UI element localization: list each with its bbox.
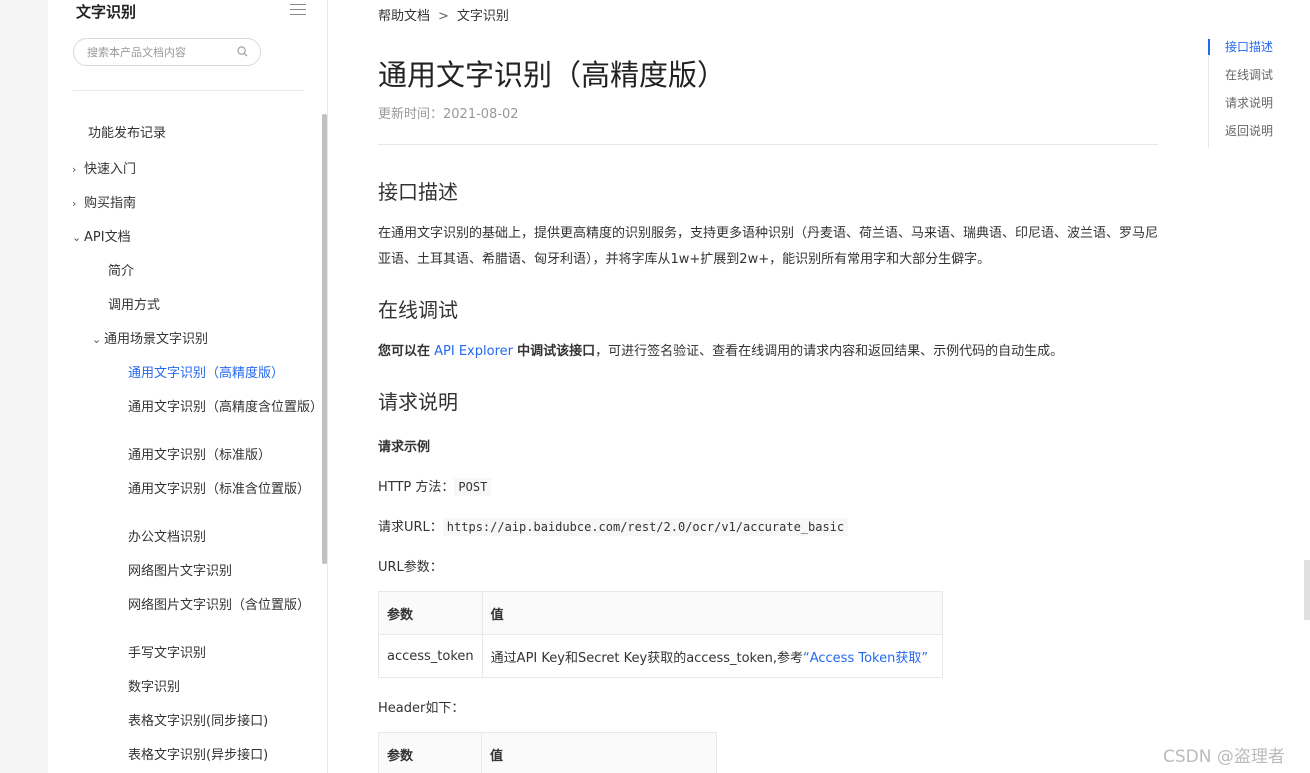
header-table: 参数 值 (378, 732, 717, 773)
table-header-value: 值 (481, 732, 717, 773)
chevron-down-icon: ⌄ (72, 231, 82, 244)
chevron-down-icon: ⌄ (92, 333, 102, 346)
breadcrumb-root[interactable]: 帮助文档 (378, 9, 430, 24)
updated-time: 更新时间：2021-08-02 (378, 107, 519, 122)
nav-item-web-image-location[interactable]: 网络图片文字识别（含位置版） (128, 599, 318, 613)
table-header-param: 参数 (378, 732, 482, 773)
request-url: 请求URL： https://aip.baidubce.com/rest/2.0/… (378, 516, 849, 536)
nav-item-release-notes[interactable]: 功能发布记录 (88, 127, 166, 141)
nav-item-standard-location[interactable]: 通用文字识别（标准含位置版） (128, 483, 318, 497)
param-name: access_token (378, 634, 483, 678)
access-token-link[interactable]: “Access Token获取” (803, 651, 928, 666)
breadcrumb: 帮助文档 > 文字识别 (378, 5, 509, 24)
left-gutter (0, 0, 48, 773)
search-box[interactable] (73, 38, 261, 66)
nav-item-general-ocr[interactable]: ⌄ 通用场景文字识别 (92, 333, 208, 347)
request-url-value: https://aip.baidubce.com/rest/2.0/ocr/v1… (442, 518, 849, 536)
section-heading-debug: 在线调试 (378, 298, 458, 322)
sidebar-title: 文字识别 (76, 3, 137, 21)
nav-item-table-async[interactable]: 表格文字识别(异步接口) (128, 749, 268, 763)
search-icon[interactable] (237, 46, 248, 57)
table-header-row: 参数 值 (378, 591, 944, 635)
chevron-right-icon: › (72, 163, 77, 176)
search-input[interactable] (87, 39, 237, 65)
api-explorer-link[interactable]: API Explorer (430, 344, 517, 359)
nav-item-purchase-guide[interactable]: › 购买指南 (72, 197, 136, 211)
sidebar: 文字识别 功能发布记录 ›快速入门 ›购买指南 ⌄API文档 简介 调用方式 ⌄… (48, 0, 328, 773)
url-params-table: 参数 值 access_token 通过API Key和Secret Key获取… (378, 591, 944, 678)
description-text: 在通用文字识别的基础上，提供更高精度的识别服务，支持更多语种识别（丹麦语、荷兰语… (378, 226, 1159, 267)
breadcrumb-current[interactable]: 文字识别 (457, 9, 509, 24)
nav-item-handwriting[interactable]: 手写文字识别 (128, 647, 206, 661)
menu-icon[interactable] (290, 4, 306, 16)
chevron-right-icon: › (72, 197, 77, 210)
nav-item-accurate-location[interactable]: 通用文字识别（高精度含位置版） (128, 401, 323, 415)
nav-item-intro[interactable]: 简介 (108, 265, 134, 279)
table-header-value: 值 (481, 591, 944, 635)
page-scrollbar[interactable] (1304, 560, 1310, 620)
nav-item-numbers[interactable]: 数字识别 (128, 681, 180, 695)
main-content: 帮助文档 > 文字识别 通用文字识别（高精度版） 更新时间：2021-08-02 接… (378, 0, 1178, 773)
toc-item-response[interactable]: 返回说明 (1209, 120, 1308, 148)
table-row: access_token 通过API Key和Secret Key获取的acce… (378, 634, 944, 678)
table-of-contents: 接口描述 在线调试 请求说明 返回说明 (1208, 36, 1308, 148)
table-header-row: 参数 值 (378, 732, 717, 773)
section-heading-description: 接口描述 (378, 180, 458, 204)
nav-item-quickstart[interactable]: › 快速入门 (72, 163, 136, 177)
nav-item-web-image[interactable]: 网络图片文字识别 (128, 565, 232, 579)
nav-item-standard[interactable]: 通用文字识别（标准版） (128, 449, 271, 463)
nav-item-table-sync[interactable]: 表格文字识别(同步接口) (128, 715, 268, 729)
nav-item-api-docs[interactable]: ⌄ API文档 (72, 231, 131, 245)
toc-item-description[interactable]: 接口描述 (1208, 36, 1308, 64)
request-example-label: 请求示例 (378, 440, 431, 455)
section-heading-request: 请求说明 (378, 390, 458, 414)
toc-item-request[interactable]: 请求说明 (1209, 92, 1308, 120)
sidebar-scrollbar[interactable] (322, 114, 327, 564)
debug-text: 您可以在 API Explorer 中调试该接口，可进行签名验证、查看在线调用的… (378, 344, 1064, 359)
toc-item-debug[interactable]: 在线调试 (1209, 64, 1308, 92)
http-method-value: POST (454, 478, 492, 496)
nav-item-office-doc[interactable]: 办公文档识别 (128, 531, 206, 545)
page-title: 通用文字识别（高精度版） (378, 58, 727, 92)
param-value: 通过API Key和Secret Key获取的access_token,参考“A… (481, 634, 944, 678)
http-method: HTTP 方法： POST (378, 476, 492, 496)
nav-item-accurate-basic[interactable]: 通用文字识别（高精度版） (128, 367, 284, 381)
sidebar-divider (73, 90, 304, 91)
table-header-param: 参数 (378, 591, 483, 635)
nav-item-call-method[interactable]: 调用方式 (108, 299, 160, 313)
watermark: CSDN @盗理者 (1163, 747, 1285, 767)
title-divider (378, 144, 1158, 145)
url-params-label: URL参数： (378, 560, 443, 575)
breadcrumb-separator: > (438, 9, 449, 24)
header-label: Header如下： (378, 701, 465, 716)
